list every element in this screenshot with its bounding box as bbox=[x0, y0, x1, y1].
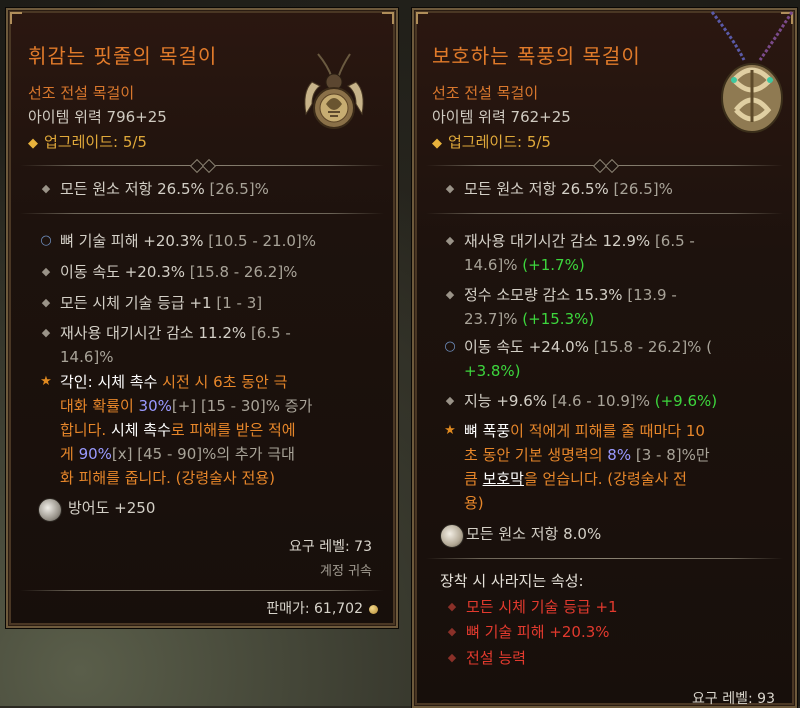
item-tooltip-right: 보호하는 폭풍의 목걸이 선조 전설 목걸이 아이템 위력 762+25 ◆ 업그… bbox=[412, 8, 797, 708]
greater-affix-icon: ○ bbox=[444, 339, 456, 354]
required-level: 요구 레벨: 93 bbox=[692, 691, 775, 707]
frame-corner bbox=[10, 12, 22, 24]
gold-coin-icon bbox=[369, 604, 378, 614]
armor-value: 방어도 +250 bbox=[68, 499, 156, 517]
bullet-icon: ◆ bbox=[447, 600, 457, 613]
bullet-icon: ◆ bbox=[445, 234, 455, 247]
diamond-icon: ◆ bbox=[28, 136, 38, 151]
bullet-icon: ◆ bbox=[41, 182, 51, 195]
affix-line: ○ 뼈 기술 피해 +20.3% [10.5 - 21.0]% bbox=[40, 229, 316, 253]
lost-property: ◆ 뼈 기술 피해 +20.3% bbox=[448, 620, 610, 644]
armor-icon bbox=[38, 498, 62, 522]
legendary-aspect: ★ 뼈 폭풍이 적에게 피해를 줄 때마다 10 초 동안 기본 생명력의 8% … bbox=[444, 419, 794, 515]
implicit-affix: ◆ 모든 원소 저항 26.5% [26.5]% bbox=[42, 177, 269, 201]
lost-properties-header: 장착 시 사라지는 속성: bbox=[440, 572, 584, 590]
frame-corner bbox=[382, 12, 394, 24]
sell-price: 판매가: 61,702 bbox=[266, 598, 378, 618]
divider bbox=[426, 158, 783, 174]
affix-line: ◆ 이동 속도 +20.3% [15.8 - 26.2]% bbox=[42, 260, 298, 284]
resist-value: 모든 원소 저항 8.0% bbox=[466, 525, 602, 543]
frame-corner bbox=[416, 12, 428, 24]
item-title: 휘감는 핏줄의 목걸이 bbox=[28, 44, 218, 68]
bullet-icon: ◆ bbox=[447, 651, 457, 664]
resistance-icon bbox=[440, 524, 464, 548]
bullet-icon: ◆ bbox=[445, 288, 455, 301]
affix-line: ◆ 재사용 대기시간 감소 12.9% [6.5 -14.6]% (+1.7%) bbox=[446, 229, 695, 277]
bullet-icon: ◆ bbox=[445, 182, 455, 195]
implicit-affix: ◆ 모든 원소 저항 26.5% [26.5]% bbox=[446, 177, 673, 201]
bullet-icon: ◆ bbox=[447, 625, 457, 638]
item-type: 선조 전설 목걸이 bbox=[432, 84, 539, 102]
item-tooltip-left: 휘감는 핏줄의 목걸이 선조 전설 목걸이 아이템 위력 796+25 ◆ 업그레… bbox=[6, 8, 398, 628]
divider bbox=[20, 590, 384, 591]
item-title: 보호하는 폭풍의 목걸이 bbox=[432, 44, 641, 68]
affix-line: ◆ 재사용 대기시간 감소 11.2% [6.5 -14.6]% bbox=[42, 321, 291, 369]
divider bbox=[20, 213, 384, 214]
bullet-icon: ◆ bbox=[41, 265, 51, 278]
bullet-icon: ◆ bbox=[41, 326, 51, 339]
serpent-amulet-icon bbox=[710, 11, 794, 133]
amulet-icon bbox=[304, 53, 364, 129]
upgrade-status: ◆ 업그레이드: 5/5 bbox=[28, 131, 147, 152]
bullet-icon: ◆ bbox=[41, 296, 51, 309]
lost-property: ◆ 모든 시체 기술 등급 +1 bbox=[448, 595, 618, 619]
required-level: 요구 레벨: 73 bbox=[289, 539, 372, 555]
upgrade-status: ◆ 업그레이드: 5/5 bbox=[432, 131, 551, 152]
account-bound-label: 계정 귀속 bbox=[320, 564, 372, 579]
affix-line: ◆ 지능 +9.6% [4.6 - 10.9]% (+9.6%) bbox=[446, 389, 717, 413]
affix-line: ○ 이동 속도 +24.0% [15.8 - 26.2]% (+3.8%) bbox=[444, 335, 712, 383]
bullet-icon: ◆ bbox=[445, 394, 455, 407]
divider bbox=[426, 213, 783, 214]
item-power: 아이템 위력 762+25 bbox=[432, 108, 571, 126]
star-icon: ★ bbox=[40, 374, 52, 389]
divider bbox=[20, 158, 384, 174]
divider bbox=[426, 558, 783, 559]
affix-line: ◆ 모든 시체 기술 등급 +1 [1 - 3] bbox=[42, 291, 262, 315]
lost-property: ◆ 전설 능력 bbox=[448, 646, 526, 670]
star-icon: ★ bbox=[444, 423, 456, 438]
item-type: 선조 전설 목걸이 bbox=[28, 84, 135, 102]
diamond-icon: ◆ bbox=[432, 136, 442, 151]
upgrade-label: 업그레이드: 5/5 bbox=[448, 133, 551, 151]
upgrade-label: 업그레이드: 5/5 bbox=[44, 133, 147, 151]
legendary-aspect: ★ 각인: 시체 촉수 시전 시 6초 동안 극 대화 확률이 30%[+] [1… bbox=[40, 370, 390, 490]
affix-line: ◆ 정수 소모량 감소 15.3% [13.9 -23.7]% (+15.3%) bbox=[446, 283, 677, 331]
item-power: 아이템 위력 796+25 bbox=[28, 108, 167, 126]
greater-affix-icon: ○ bbox=[40, 233, 52, 248]
